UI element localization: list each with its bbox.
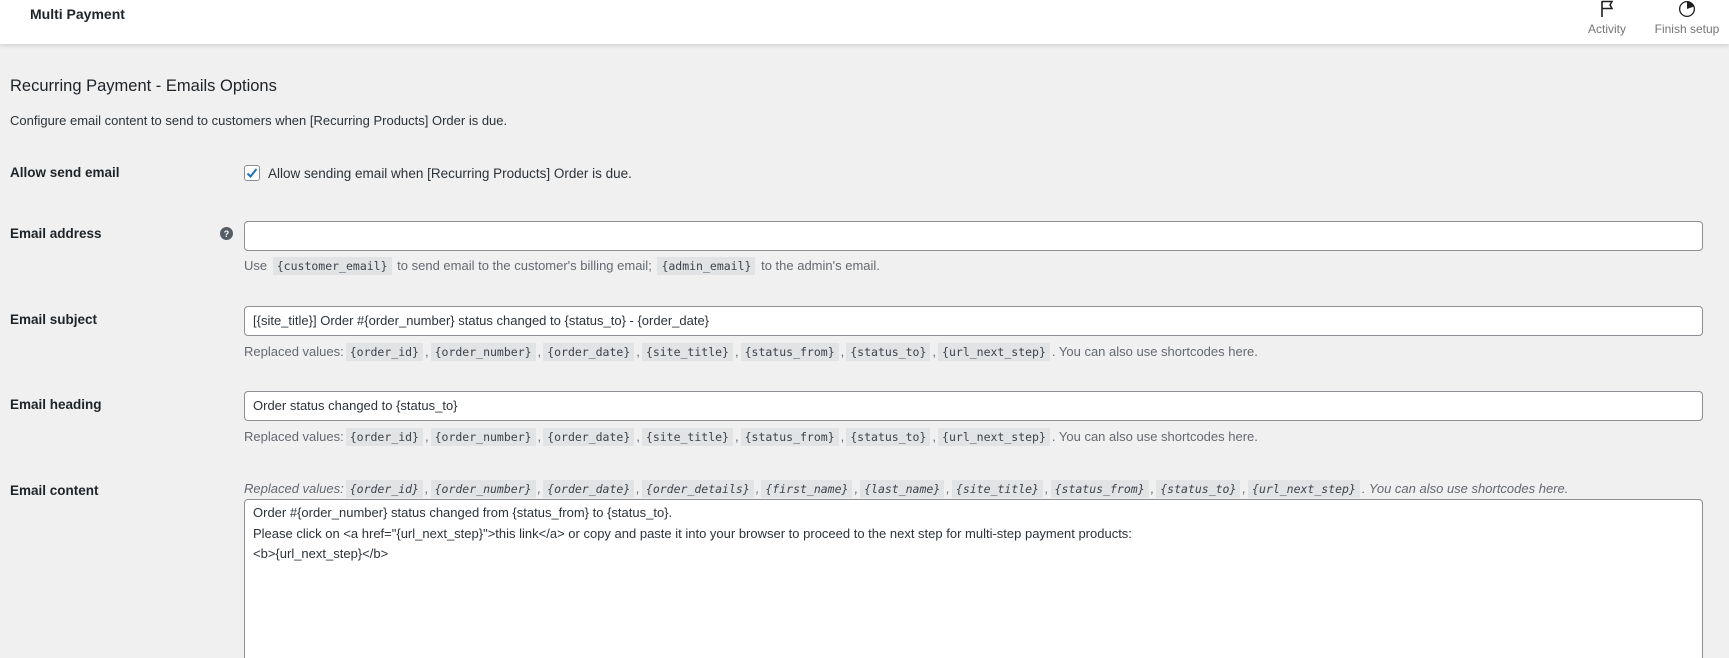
replacement-code: {order_date} (543, 428, 635, 446)
code-admin-email: {admin_email} (657, 257, 756, 275)
replaced-prefix: Replaced values: (244, 344, 344, 359)
replacement-code: {url_next_step} (938, 343, 1050, 361)
replacement-code: {status_to} (846, 343, 931, 361)
replacement-code: {status_from} (1050, 480, 1149, 498)
email-heading-replaced-values: Replaced values: {order_id}, {order_number… (244, 428, 1258, 446)
app-title: Multi Payment (30, 6, 125, 22)
replacement-code: {order_date} (543, 480, 635, 498)
desc-customer: to send email to the customer's billing … (397, 258, 652, 273)
question-icon[interactable]: ? (220, 227, 233, 240)
activity-label: Activity (1587, 22, 1626, 36)
finish-setup-label: Finish setup (1654, 22, 1720, 36)
checkmark-icon (246, 168, 258, 178)
email-heading-input[interactable]: Order status changed to {status_to} (244, 391, 1703, 421)
replacement-code: {status_to} (846, 428, 931, 446)
desc-use: Use (244, 258, 268, 273)
replacement-code: {order_date} (543, 343, 635, 361)
email-address-input[interactable] (244, 221, 1703, 251)
replacement-code: {order_number} (430, 343, 536, 361)
replacement-code: {order_id} (345, 428, 423, 446)
allow-send-email-label: Allow send email (10, 165, 120, 180)
replacement-code: {status_from} (740, 343, 839, 361)
replacement-code: {url_next_step} (938, 428, 1050, 446)
replaced-prefix: Replaced values: (244, 429, 344, 444)
email-subject-replaced-values: Replaced values: {order_id}, {order_number… (244, 343, 1258, 361)
email-content-replaced-values: Replaced values: {order_id}, {order_number… (244, 480, 1569, 498)
replacement-code: {first_name} (761, 480, 853, 498)
replacement-code: {order_id} (345, 480, 423, 498)
replacement-code: {order_number} (430, 480, 536, 498)
replaced-prefix: Replaced values: (244, 481, 344, 496)
email-content-line: Order #{order_number} status changed fro… (253, 505, 673, 520)
replaced-suffix: . You can also use shortcodes here. (1361, 481, 1569, 496)
replaced-suffix: . You can also use shortcodes here. (1051, 344, 1258, 359)
email-content-label: Email content (10, 483, 99, 498)
page-title: Recurring Payment - Emails Options (10, 77, 277, 95)
email-content-line: Please click on <a href="{url_next_step}… (253, 525, 1132, 541)
replacement-code: {site_title} (641, 428, 733, 446)
email-subject-input[interactable]: [{site_title}] Order #{order_number} sta… (244, 306, 1703, 336)
replacement-code: {site_title} (641, 343, 733, 361)
replaced-suffix: . You can also use shortcodes here. (1051, 429, 1258, 444)
activity-button[interactable]: Activity (1578, 0, 1636, 44)
replacement-code: {last_name} (860, 480, 945, 498)
email-address-label: Email address (10, 226, 102, 241)
email-heading-label: Email heading (10, 397, 102, 412)
flag-icon (1601, 0, 1614, 17)
replacement-code: {url_next_step} (1248, 480, 1360, 498)
code-customer-email: {customer_email} (272, 257, 392, 275)
replacement-code: {status_to} (1156, 480, 1241, 498)
desc-admin: to the admin's email. (761, 258, 880, 273)
email-content-textarea[interactable]: Order #{order_number} status changed fro… (244, 499, 1703, 658)
replacement-code: {status_from} (740, 428, 839, 446)
progress-circle-icon (1678, 0, 1696, 18)
replacement-code: {order_number} (430, 428, 536, 446)
top-bar: Multi Payment Activity Finish setup (0, 0, 1729, 44)
replacement-code: {site_title} (951, 480, 1043, 498)
email-subject-label: Email subject (10, 312, 98, 327)
page-description: Configure email content to send to custo… (10, 113, 508, 128)
allow-send-email-checkbox-label[interactable]: Allow sending email when [Recurring Prod… (268, 166, 632, 181)
email-content-line: <b>{url_next_step}</b> (253, 546, 389, 561)
finish-setup-button[interactable]: Finish setup (1650, 0, 1724, 44)
replacement-code: {order_id} (345, 343, 423, 361)
replacement-code: {order_details} (641, 480, 754, 498)
allow-send-email-checkbox[interactable] (244, 165, 260, 181)
email-address-description: Use {customer_email} to send email to th… (244, 257, 880, 275)
